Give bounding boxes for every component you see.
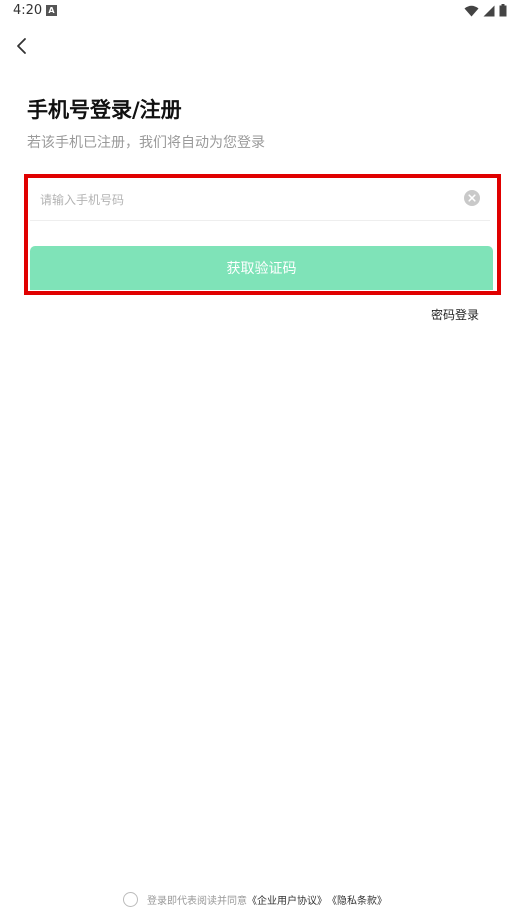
agreement-text: 登录即代表阅读并同意 xyxy=(147,896,247,907)
status-icons xyxy=(464,4,507,17)
agreement-row: 登录即代表阅读并同意 《企业用户协议》 《隐私条款》 xyxy=(123,892,387,907)
get-code-button[interactable]: 获取验证码 xyxy=(30,246,493,290)
back-button[interactable] xyxy=(8,32,36,60)
phone-input-row xyxy=(30,182,490,221)
user-agreement-link[interactable]: 《企业用户协议》 xyxy=(247,892,327,907)
status-bar: 4:20 A xyxy=(0,0,519,24)
wifi-icon xyxy=(464,5,479,16)
battery-icon xyxy=(499,4,507,17)
back-arrow-icon xyxy=(17,38,26,54)
status-time: 4:20 xyxy=(13,3,43,18)
phone-input[interactable] xyxy=(30,182,460,218)
notification-a-icon: A xyxy=(46,5,57,16)
agree-radio[interactable] xyxy=(123,892,138,907)
page-title: 手机号登录/注册 xyxy=(27,98,182,122)
clear-icon[interactable] xyxy=(464,190,480,206)
password-login-link[interactable]: 密码登录 xyxy=(431,306,479,323)
page-subtitle: 若该手机已注册，我们将自动为您登录 xyxy=(27,135,265,151)
cell-signal-icon xyxy=(483,5,495,16)
privacy-link[interactable]: 《隐私条款》 xyxy=(327,892,387,907)
